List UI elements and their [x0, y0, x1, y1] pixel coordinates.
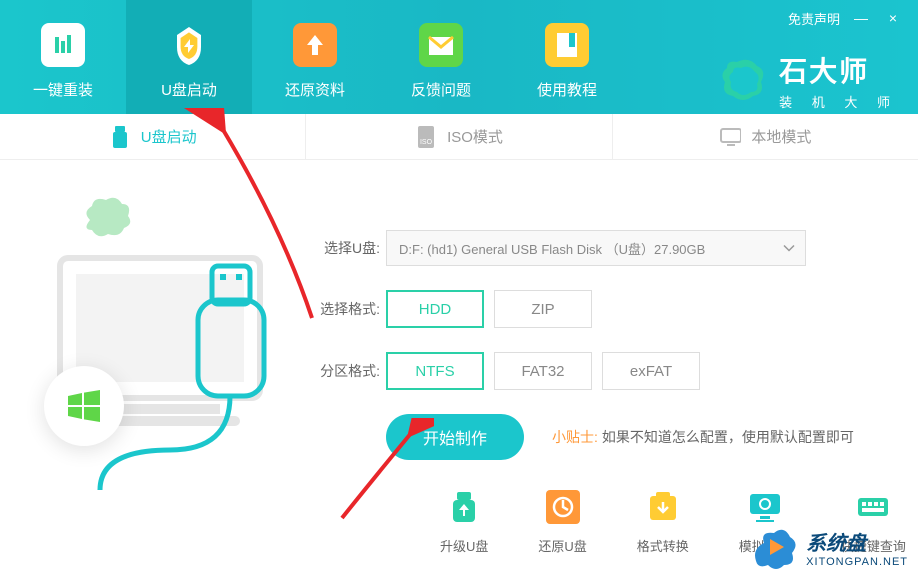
usb-select-value: D:F: (hd1) General USB Flash Disk （U盘）27…	[399, 239, 705, 258]
watermark-sub: XITONGPAN.NET	[806, 556, 908, 568]
format-convert-icon	[646, 490, 680, 524]
restore-usb-icon	[546, 490, 580, 524]
format-options: HDD ZIP	[386, 290, 592, 328]
tool-label: 升级U盘	[440, 536, 488, 555]
partition-option-ntfs[interactable]: NTFS	[386, 352, 484, 390]
iso-icon: ISO	[415, 126, 437, 148]
nav-reinstall[interactable]: 一键重装	[0, 0, 126, 114]
windows-icon	[64, 386, 104, 426]
tip-row: 小贴士: 如果不知道怎么配置，使用默认配置即可	[552, 427, 854, 447]
tool-upgrade-usb[interactable]: 升级U盘	[440, 490, 488, 555]
usb-icon	[109, 126, 131, 148]
tab-label: ISO模式	[447, 126, 503, 147]
format-option-zip[interactable]: ZIP	[494, 290, 592, 328]
tool-label: 格式转换	[637, 536, 689, 555]
tool-restore-usb[interactable]: 还原U盘	[538, 490, 586, 555]
nav-label: 还原资料	[285, 79, 345, 100]
watermark: 系统盘 XITONGPAN.NET	[740, 515, 918, 579]
config-form: 选择U盘: D:F: (hd1) General USB Flash Disk …	[310, 190, 918, 530]
feedback-icon	[419, 23, 463, 67]
reinstall-icon	[41, 23, 85, 67]
usb-select-dropdown[interactable]: D:F: (hd1) General USB Flash Disk （U盘）27…	[386, 230, 806, 266]
upgrade-usb-icon	[447, 490, 481, 524]
main-nav: 一键重装 U盘启动 还原资料 反馈问题 使用教程	[0, 0, 630, 114]
watermark-logo-icon	[750, 523, 798, 571]
tab-local-mode[interactable]: 本地模式	[613, 114, 918, 159]
tutorial-icon	[545, 23, 589, 67]
partition-options: NTFS FAT32 exFAT	[386, 352, 700, 390]
nav-tutorial[interactable]: 使用教程	[504, 0, 630, 114]
tab-label: U盘启动	[141, 126, 197, 147]
windows-badge	[44, 366, 124, 446]
format-select-label: 选择格式:	[310, 299, 380, 319]
format-option-hdd[interactable]: HDD	[386, 290, 484, 328]
main-content: 选择U盘: D:F: (hd1) General USB Flash Disk …	[0, 160, 918, 530]
partition-select-label: 分区格式:	[310, 361, 380, 381]
tool-label: 还原U盘	[538, 536, 586, 555]
app-header: 免责声明 — × 一键重装 U盘启动 还原资料 反馈问题	[0, 0, 918, 114]
partition-option-exfat[interactable]: exFAT	[602, 352, 700, 390]
nav-label: 反馈问题	[411, 79, 471, 100]
nav-label: 使用教程	[537, 79, 597, 100]
tool-format-convert[interactable]: 格式转换	[637, 490, 689, 555]
minimize-button[interactable]: —	[850, 7, 872, 29]
disclaimer-link[interactable]: 免责声明	[788, 9, 840, 28]
usb-select-label: 选择U盘:	[310, 238, 380, 258]
chevron-down-icon	[783, 241, 795, 256]
mode-tabs: U盘启动 ISO ISO模式 本地模式	[0, 114, 918, 160]
nav-label: 一键重装	[33, 79, 93, 100]
start-create-button[interactable]: 开始制作	[386, 414, 524, 460]
restore-icon	[293, 23, 337, 67]
nav-restore[interactable]: 还原资料	[252, 0, 378, 114]
watermark-text: 系统盘	[806, 527, 908, 556]
brand-logo: 石大师 装 机 大 师	[719, 50, 898, 111]
logo-icon	[719, 56, 769, 106]
tab-iso-mode[interactable]: ISO ISO模式	[306, 114, 612, 159]
usb-illustration	[0, 190, 310, 530]
tab-usb-boot[interactable]: U盘启动	[0, 114, 306, 159]
tip-label: 小贴士:	[552, 427, 598, 447]
partition-option-fat32[interactable]: FAT32	[494, 352, 592, 390]
window-controls: 免责声明 — ×	[788, 0, 918, 36]
svg-text:ISO: ISO	[420, 139, 433, 146]
tip-text: 如果不知道怎么配置，使用默认配置即可	[602, 427, 854, 447]
brand-subtitle: 装 机 大 师	[779, 92, 898, 111]
close-button[interactable]: ×	[882, 7, 904, 29]
nav-feedback[interactable]: 反馈问题	[378, 0, 504, 114]
nav-usb-boot[interactable]: U盘启动	[126, 0, 252, 114]
tab-label: 本地模式	[751, 126, 811, 147]
brand-title: 石大师	[779, 50, 898, 90]
nav-label: U盘启动	[161, 79, 217, 100]
monitor-usb-graphic	[40, 190, 300, 510]
usb-boot-icon	[167, 23, 211, 67]
local-icon	[719, 126, 741, 148]
